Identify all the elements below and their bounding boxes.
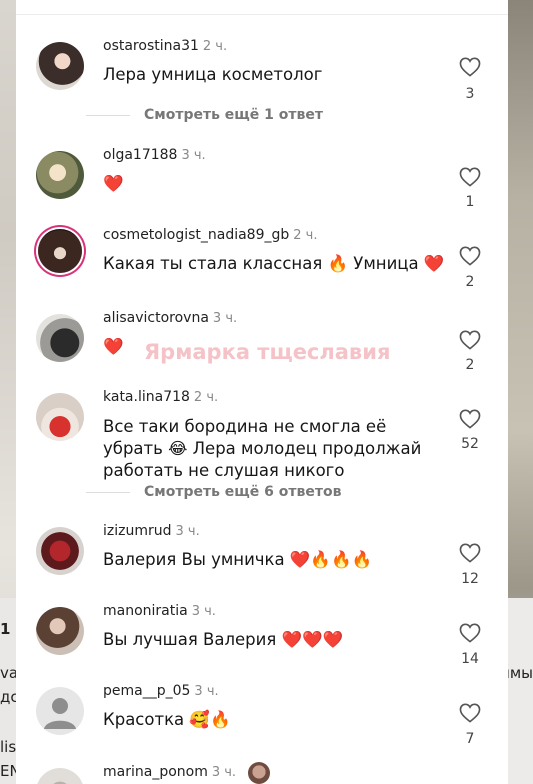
comment-username[interactable]: ostarostina31 2 ч. [103,38,227,54]
comment-time: 3 ч. [191,604,216,619]
like-count: 2 [465,274,475,290]
comment-username[interactable]: cosmetologist_nadia89_gb 2 ч. [103,227,318,243]
avatar[interactable] [36,527,84,575]
comment-text: Все таки бородина не смогла её убрать 😂 … [103,417,422,480]
avatar[interactable] [36,314,84,362]
comment-text: Лера умница косметолог [103,65,323,84]
like-button[interactable] [458,543,482,563]
heart-outline-icon [459,623,481,643]
watermark: Ярмарка тщеславия [144,340,391,364]
comment-text: Валерия Вы умничка ❤️🔥🔥🔥 [103,550,373,569]
replies-divider [86,115,130,116]
comment-time: 3 ч. [175,524,200,539]
heart-outline-icon [459,703,481,723]
like-button[interactable] [458,246,482,266]
comment-time: 3 ч. [211,765,237,780]
like-count: 12 [461,571,479,587]
comment-username[interactable]: izizumrud 3 ч. [103,523,200,539]
like-count: 14 [461,651,479,667]
replies-divider [86,492,130,493]
avatar[interactable] [36,687,84,735]
comment-time: 2 ч. [293,228,318,243]
comment-text: ❤️ [103,174,124,193]
like-count: 1 [465,194,475,210]
heart-outline-icon [459,57,481,77]
comments-sheet: ostarostina31 2 ч. Лера умница косметолог… [16,0,508,784]
comment-text: Какая ты стала классная 🔥 Умница ❤️ [103,254,445,273]
avatar[interactable] [36,768,84,784]
comment-username[interactable]: kata.lina718 2 ч. [103,389,218,405]
heart-outline-icon [459,409,481,429]
comment-time: 2 ч. [202,39,228,54]
like-button[interactable] [458,330,482,350]
comment-text: Вы лучшая Валерия ❤️❤️❤️ [103,630,344,649]
heart-outline-icon [459,330,481,350]
view-replies-button[interactable]: Смотреть ещё 1 ответ [144,107,323,123]
background-caption-right [507,598,533,784]
bg-fragment: lis [0,738,17,756]
like-button[interactable] [458,167,482,187]
avatar[interactable] [36,42,84,90]
like-count: 2 [465,357,475,373]
like-count: 3 [465,86,475,102]
comment-time: 3 ч. [212,311,238,326]
comment-text: Красотка 🥰🔥 [103,710,231,729]
like-button[interactable] [458,623,482,643]
comment-username[interactable]: alisavictorovna 3 ч. [103,310,237,326]
heart-outline-icon [459,167,481,187]
like-count: 52 [461,436,479,452]
comment-username[interactable]: pema__p_05 3 ч. [103,683,219,699]
view-replies-button[interactable]: Смотреть ещё 6 ответов [144,484,341,500]
like-button[interactable] [458,409,482,429]
comment-username[interactable]: manoniratia 3 ч. [103,603,216,619]
default-avatar-icon [44,698,76,729]
comment-time: 3 ч. [194,684,219,699]
avatar[interactable] [36,393,84,441]
comment-time: 2 ч. [193,390,219,405]
avatar[interactable] [36,151,84,199]
avatar[interactable] [36,607,84,655]
heart-outline-icon [459,246,481,266]
avatar[interactable] [38,229,82,273]
heart-outline-icon [459,543,481,563]
like-button[interactable] [458,57,482,77]
like-button[interactable] [458,703,482,723]
like-count: 7 [465,731,475,747]
reaction-sticker [248,762,270,784]
comment-username[interactable]: olga17188 3 ч. [103,147,206,163]
comment-username[interactable]: marina_ponom 3 ч. [103,764,236,780]
sheet-divider [16,14,508,15]
comment-time: 3 ч. [181,148,206,163]
